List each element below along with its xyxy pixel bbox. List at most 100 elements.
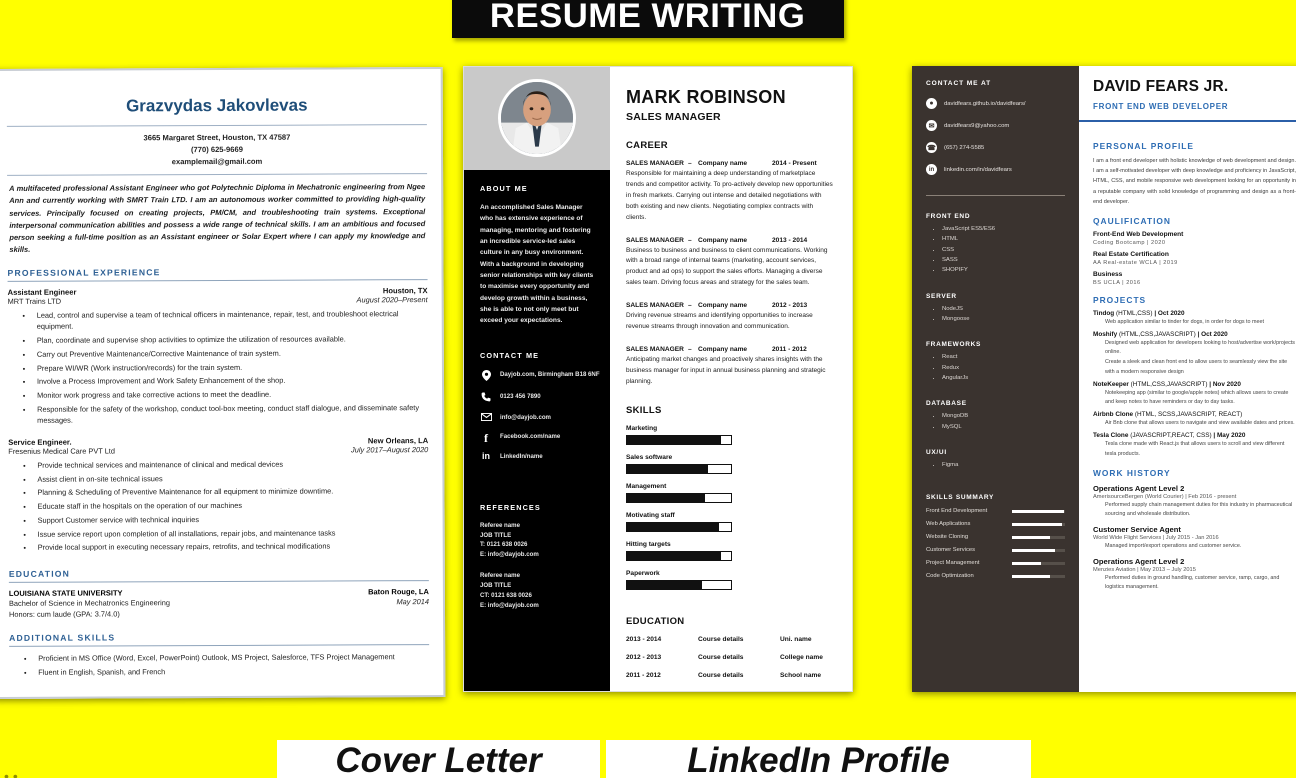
career2-dash: – bbox=[688, 302, 692, 310]
skills-summary-list: Front End Development Web Applications W… bbox=[912, 508, 1079, 579]
qualification-title: Real Estate Certification bbox=[1093, 250, 1169, 258]
tech-list: Figma bbox=[942, 460, 1079, 470]
skill-bar bbox=[626, 434, 732, 445]
resume1-job1-title: Service Engineer. bbox=[8, 437, 72, 447]
career0-dates: 2014 - Present bbox=[772, 160, 817, 167]
list-item: Fluent in English, Spanish, and French bbox=[35, 665, 429, 678]
resume1-edu-school: LOUISIANA STATE UNIVERSITY bbox=[8, 588, 123, 599]
reference-phone: CT: 0121 638 0026 bbox=[480, 591, 532, 599]
contact-row[interactable]: ● davidfears.github.io/davidfears/ bbox=[912, 98, 1079, 109]
list-item: Responsible for the safety of the worksh… bbox=[34, 402, 428, 426]
project-entry: NoteKeeper (HTML,CSS,JAVASCRIPT) | Nov 2… bbox=[1093, 381, 1296, 407]
skill-label: Paperwork bbox=[626, 569, 660, 577]
career-entry: SALES MANAGER – Company name 2012 - 2013… bbox=[626, 302, 834, 333]
resume3-profile-text: I am a front end developer with holistic… bbox=[1093, 158, 1296, 205]
work-entry: Operations Agent Level 2 AmerisourceBerg… bbox=[1093, 484, 1296, 519]
edu-years: 2012 - 2013 bbox=[626, 653, 662, 661]
bottom-label-cover-letter: Cover Letter bbox=[277, 740, 600, 778]
reference-email: E: info@dayjob.com bbox=[480, 601, 539, 609]
tech-category-title: SERVER bbox=[926, 292, 957, 300]
qualification-title: Business bbox=[1093, 270, 1123, 278]
resume-card-mark-robinson[interactable]: ABOUT ME An accomplished Sales Manager w… bbox=[463, 66, 853, 692]
skill-bar bbox=[626, 550, 732, 561]
edu-course: Course details bbox=[698, 635, 744, 643]
tech-list: MongoDB MySQL bbox=[942, 411, 1079, 432]
list-item: HTML bbox=[942, 234, 1079, 244]
work-title: Operations Agent Level 2 bbox=[1093, 557, 1185, 567]
resume2-contact-email: info@dayjob.com bbox=[500, 413, 551, 421]
table-row: 2013 - 2014 Course details Uni. name bbox=[626, 636, 834, 643]
project-entry: Tindog (HTML,CSS) | Oct 2020 Web applica… bbox=[1093, 310, 1296, 327]
email-icon bbox=[480, 412, 492, 424]
project-entry: Moshify (HTML,CSS,JAVASCRIPT) | Oct 2020… bbox=[1093, 331, 1296, 377]
resume1-section-skills: ADDITIONAL SKILLS bbox=[9, 632, 116, 644]
list-item: React bbox=[942, 352, 1079, 362]
reference-job-title: JOB TITLE bbox=[480, 582, 512, 590]
project-name: Airbnb Clone bbox=[1093, 411, 1134, 419]
career3-role: SALES MANAGER bbox=[626, 345, 684, 353]
career0-desc: Responsible for maintaining a deep under… bbox=[626, 170, 833, 221]
skill-bar bbox=[626, 579, 732, 590]
resume-card-david-fears[interactable]: CONTACT ME AT ● davidfears.github.io/dav… bbox=[912, 66, 1296, 692]
contact-row[interactable]: in linkedin.com/in/davidfears bbox=[912, 164, 1079, 175]
career-entry: SALES MANAGER – Company name 2013 - 2014… bbox=[626, 237, 834, 290]
resume2-contact-title: CONTACT ME bbox=[480, 350, 540, 360]
avatar bbox=[498, 79, 576, 157]
project-date: | Oct 2020 bbox=[1154, 309, 1185, 317]
contact-row[interactable]: 0123 456 7890 bbox=[464, 392, 610, 405]
project-tech: (HTML,CSS) bbox=[1115, 309, 1153, 317]
resume2-career-title: CAREER bbox=[626, 140, 668, 151]
work-entry: Operations Agent Level 2 Menzies Aviatio… bbox=[1093, 557, 1296, 592]
contact-row[interactable]: f Facebook.com/name bbox=[464, 432, 610, 444]
list-item: Educate staff in the hospitals on the op… bbox=[35, 499, 429, 512]
list-item: Mongoose bbox=[942, 314, 1079, 324]
facebook-icon: f bbox=[484, 430, 488, 445]
email-icon: ✉ bbox=[926, 120, 937, 131]
skill-summary-row: Project Management bbox=[912, 560, 1079, 566]
project-date: | Nov 2020 bbox=[1209, 380, 1241, 388]
resume3-body: PERSONAL PROFILE I am a front end develo… bbox=[1079, 122, 1296, 593]
reference-name: Referee name bbox=[480, 521, 520, 529]
tech-list: NodeJS Mongoose bbox=[942, 304, 1079, 325]
skill-label: Project Management bbox=[926, 560, 980, 567]
list-item: Support Customer service with technical … bbox=[35, 513, 429, 526]
resume1-job0-title: Assistant Engineer bbox=[7, 287, 77, 298]
resume1-job1-dates: July 2017–August 2020 bbox=[351, 444, 429, 455]
edu-course: Course details bbox=[698, 671, 744, 679]
linkedin-icon: in bbox=[926, 164, 937, 175]
list-item: Proficient in MS Office (Word, Excel, Po… bbox=[35, 651, 429, 664]
tech-category-title: FRAMEWORKS bbox=[926, 341, 982, 349]
resume3-work-title: WORK HISTORY bbox=[1093, 467, 1171, 478]
list-item: Monitor work progress and take correctiv… bbox=[34, 388, 428, 401]
contact-row[interactable]: info@dayjob.com bbox=[464, 412, 610, 424]
project-entry: Tesla Clone (JAVASCRIPT,REACT, CSS) | Ma… bbox=[1093, 432, 1296, 458]
contact-row[interactable]: ✉ davidfears9@yahoo.com bbox=[912, 120, 1079, 131]
resume1-job1-location: New Orleans, LA bbox=[367, 435, 429, 446]
list-item: Issue service report upon completion of … bbox=[35, 527, 429, 540]
reference-entry: Referee name JOB TITLE CT: 0121 638 0026… bbox=[464, 571, 610, 610]
qualification-title: Front-End Web Development bbox=[1093, 230, 1184, 238]
resume2-name: MARK ROBINSON bbox=[626, 87, 786, 107]
list-item: Plan, coordinate and supervise shop acti… bbox=[34, 333, 428, 346]
resume1-job1-bullets: Provide technical services and maintenan… bbox=[34, 458, 428, 553]
skill-label: Code Optimization bbox=[926, 573, 974, 580]
skill-bar bbox=[1012, 535, 1065, 539]
contact-row[interactable]: in LinkedIn/name bbox=[464, 451, 610, 461]
work-sub: Menzies Aviation | May 2013 – July 2015 bbox=[1093, 567, 1196, 574]
career2-company: Company name bbox=[698, 302, 748, 310]
resume1-job0-bullets: Lead, control and supervise a team of te… bbox=[34, 308, 429, 426]
career1-company: Company name bbox=[698, 236, 748, 244]
contact-row[interactable]: Dayjob.com, Birmingham B18 6NF bbox=[464, 369, 610, 384]
resume1-edu-location: Baton Rouge, LA bbox=[368, 587, 429, 597]
tech-list: JavaScript ES5/ES6 HTML CSS SASS SHOPIFY bbox=[942, 224, 1079, 276]
resume2-role: SALES MANAGER bbox=[626, 111, 721, 123]
project-name: Tindog bbox=[1093, 309, 1115, 317]
skill-item: Marketing bbox=[626, 425, 732, 445]
skill-summary-row: Website Cloning bbox=[912, 534, 1079, 540]
resume3-github: davidfears.github.io/davidfears/ bbox=[944, 100, 1026, 107]
list-item: AngularJs bbox=[942, 373, 1079, 383]
resume-card-grazvydas-jakovlevas[interactable]: Grazvydas Jakovlevas 3665 Margaret Stree… bbox=[0, 67, 446, 699]
cover-letter-text: Cover Letter bbox=[335, 741, 542, 778]
contact-row[interactable]: ☎ (657) 274-5585 bbox=[912, 142, 1079, 153]
phone-icon bbox=[480, 392, 492, 405]
